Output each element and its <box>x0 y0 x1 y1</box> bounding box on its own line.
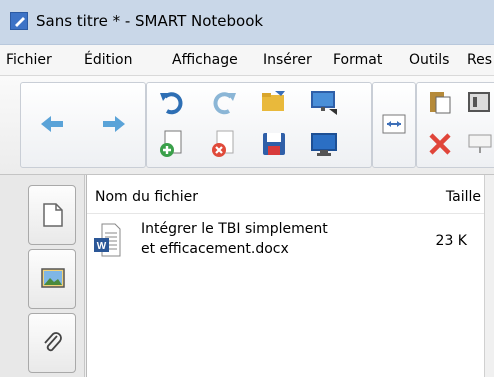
back-arrow-icon[interactable] <box>37 109 67 139</box>
menu-fichier[interactable]: Fichier <box>6 52 52 68</box>
redo-icon[interactable] <box>209 87 239 117</box>
table-row[interactable]: W Intégrer le TBI simplement et efficace… <box>87 217 494 265</box>
menu-format[interactable]: Format <box>333 52 382 68</box>
gallery-tab[interactable] <box>28 249 76 309</box>
menu-edition[interactable]: Édition <box>84 52 132 68</box>
file-name: Intégrer le TBI simplement et efficaceme… <box>141 219 361 259</box>
fit-group <box>372 82 416 168</box>
title-bar: Sans titre * - SMART Notebook <box>0 0 494 45</box>
forward-arrow-icon[interactable] <box>99 109 129 139</box>
add-page-icon[interactable] <box>157 129 187 159</box>
panel-scrollbar[interactable] <box>484 175 494 377</box>
open-folder-icon[interactable] <box>259 87 289 117</box>
svg-text:W: W <box>97 241 107 252</box>
file-name-line-1: Intégrer le TBI simplement <box>141 221 328 237</box>
word-document-icon: W <box>93 223 121 257</box>
column-header-name[interactable]: Nom du fichier <box>95 189 198 205</box>
file-name-line-2: et efficacement.docx <box>141 241 289 257</box>
menu-affichage[interactable]: Affichage <box>172 52 238 68</box>
smart-notebook-icon <box>10 12 28 30</box>
navigation-group <box>20 82 146 168</box>
attachments-tab[interactable] <box>28 313 76 373</box>
page-icon <box>43 203 63 227</box>
edit-group <box>146 82 372 168</box>
side-tab-bar <box>0 175 85 377</box>
attachments-panel: Nom du fichier Taille W Intégrer le TBI … <box>86 175 494 377</box>
toolbar <box>0 76 494 175</box>
save-icon[interactable] <box>259 129 289 159</box>
file-size: 23 K <box>435 233 467 249</box>
fit-width-icon[interactable] <box>379 109 409 139</box>
screen-capture-icon[interactable] <box>309 87 339 117</box>
delete-page-icon[interactable] <box>209 129 239 159</box>
delete-icon[interactable] <box>425 129 455 159</box>
menu-inserer[interactable]: Insérer <box>263 52 312 68</box>
display-screen-icon[interactable] <box>309 129 339 159</box>
window-title: Sans titre * - SMART Notebook <box>36 12 264 30</box>
page-sorter-tab[interactable] <box>28 185 76 245</box>
column-header-size[interactable]: Taille <box>446 189 481 205</box>
undo-icon[interactable] <box>157 87 187 117</box>
menu-outils[interactable]: Outils <box>409 52 449 68</box>
header-divider <box>87 213 494 214</box>
gallery-image-icon <box>41 268 65 288</box>
insert-group <box>416 82 494 168</box>
paste-icon[interactable] <box>425 87 455 117</box>
document-camera-icon[interactable] <box>465 87 494 117</box>
screen-shade-icon[interactable] <box>465 129 494 159</box>
paperclip-icon <box>44 332 62 352</box>
menu-bar: Fichier Édition Affichage Insérer Format… <box>0 45 494 76</box>
menu-ressources[interactable]: Res <box>467 52 492 68</box>
